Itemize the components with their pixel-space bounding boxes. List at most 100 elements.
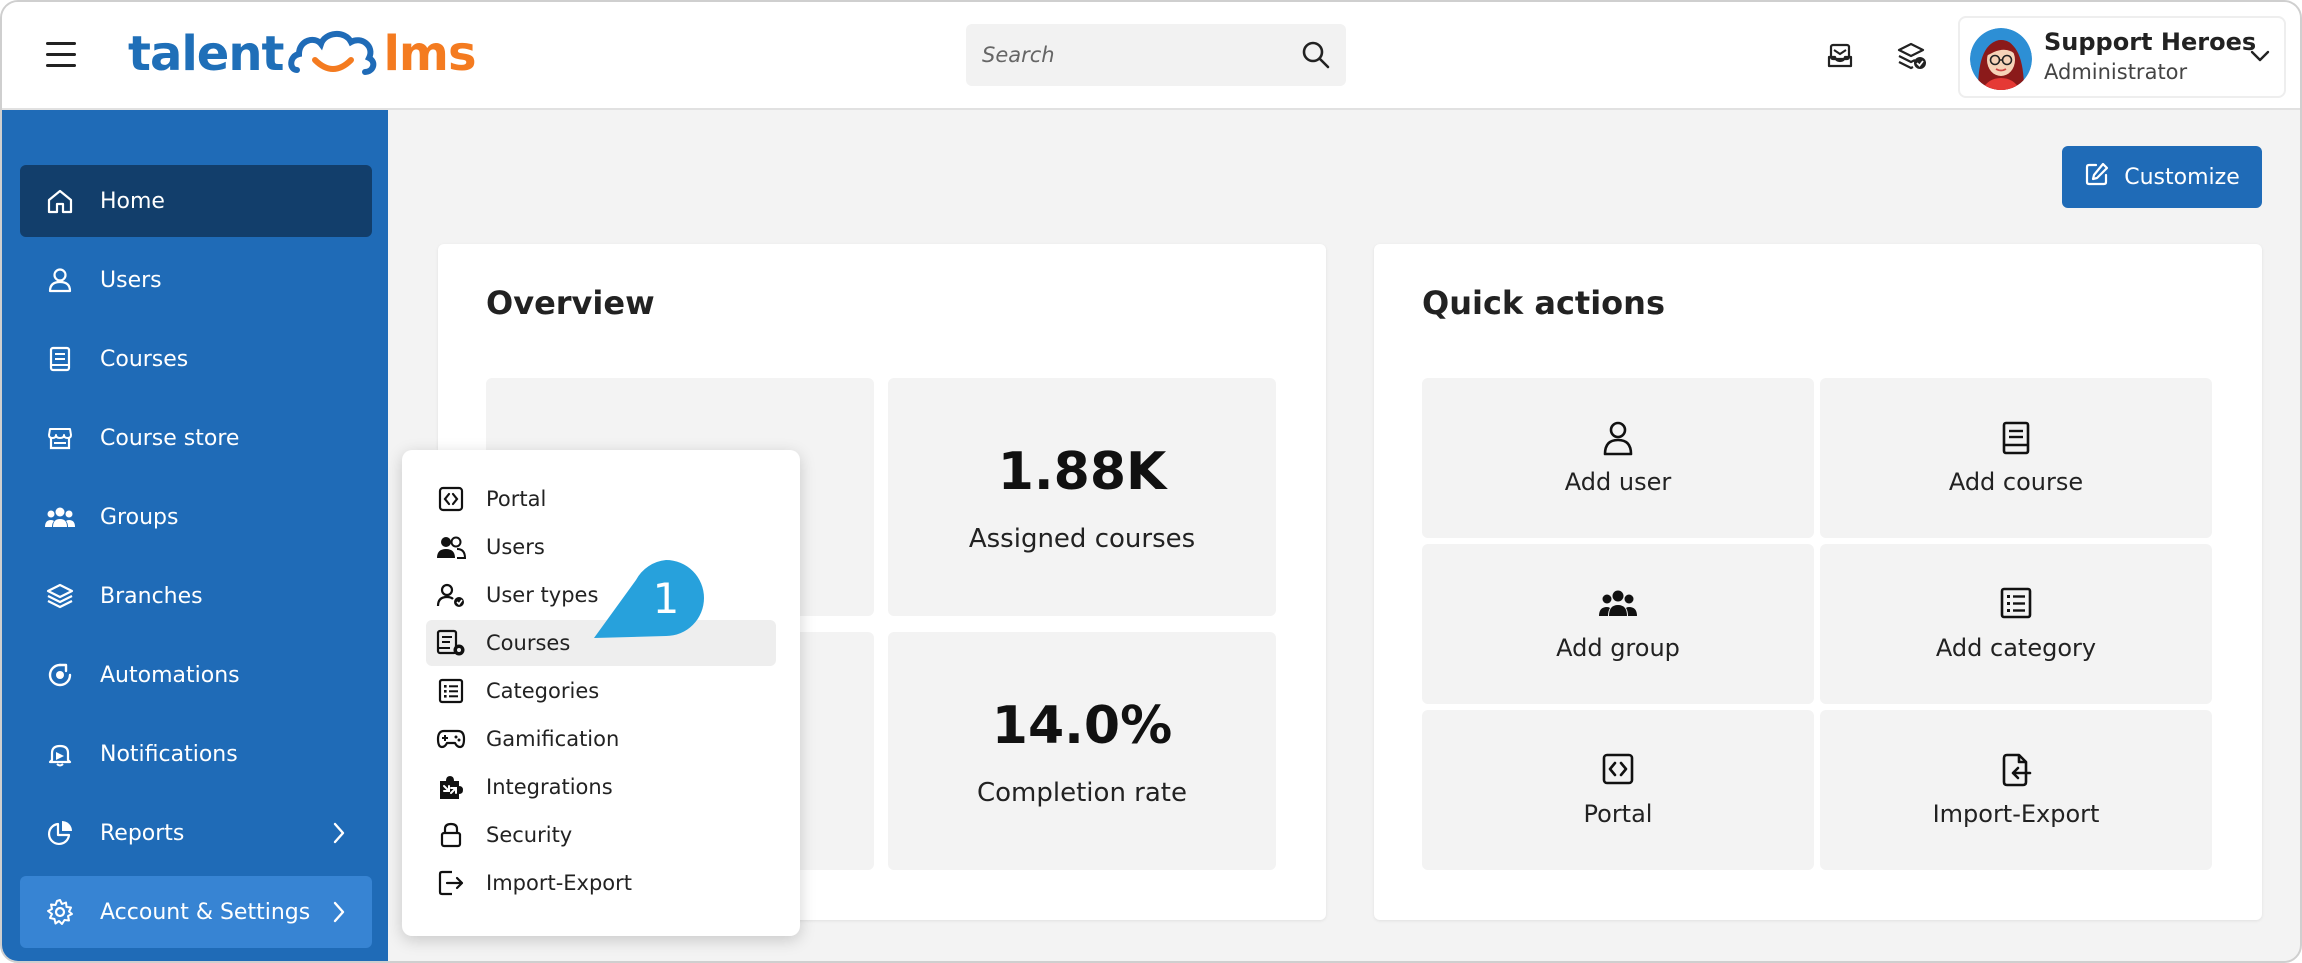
search-icon[interactable]	[1286, 25, 1346, 85]
courses-settings-icon	[436, 628, 466, 658]
talentlms-logo[interactable]: talent lms	[128, 22, 477, 86]
sidebar-item-home[interactable]: Home	[20, 165, 372, 237]
home-icon	[44, 185, 76, 217]
quick-action-label: Portal	[1583, 800, 1653, 828]
stat-value: 1.88K	[997, 442, 1167, 502]
stat-label: Completion rate	[977, 778, 1187, 808]
automation-icon	[44, 659, 76, 691]
sidebar-item-reports[interactable]: Reports	[20, 797, 372, 869]
user-icon	[44, 264, 76, 296]
menu-item-label: Security	[486, 823, 573, 847]
gamepad-icon	[436, 724, 466, 754]
quick-action-label: Add course	[1948, 468, 2084, 496]
quick-action-import-export[interactable]: Import-Export	[1820, 710, 2212, 870]
logo-text-talent: talent	[128, 26, 284, 82]
puzzle-icon	[436, 772, 466, 802]
menu-icon[interactable]	[46, 42, 76, 68]
users-icon	[436, 532, 466, 562]
menu-item-portal[interactable]: Portal	[426, 476, 776, 522]
customize-button[interactable]: Customize	[2062, 146, 2262, 208]
quick-actions-title: Quick actions	[1422, 284, 1665, 322]
user-types-icon	[436, 580, 466, 610]
stat-value: 14.0%	[991, 696, 1173, 756]
sidebar-item-branches[interactable]: Branches	[20, 560, 372, 632]
bell-icon	[44, 738, 76, 770]
user-role: Administrator	[2044, 60, 2188, 84]
sidebar-item-groups[interactable]: Groups	[20, 481, 372, 553]
menu-item-label: Portal	[486, 487, 547, 511]
sidebar-item-label: Course store	[100, 425, 240, 451]
quick-action-add-group[interactable]: Add group	[1422, 544, 1814, 704]
menu-item-gamification[interactable]: Gamification	[426, 716, 776, 762]
sidebar: Home Users Courses Course store Groups B…	[2, 110, 388, 961]
user-menu[interactable]: Support Heroes Administrator	[1958, 16, 2286, 98]
sidebar-item-label: Users	[100, 267, 162, 293]
quick-action-label: Add user	[1564, 468, 1672, 496]
menu-item-security[interactable]: Security	[426, 812, 776, 858]
search-box	[966, 24, 1346, 86]
list-icon	[436, 676, 466, 706]
groups-icon	[44, 501, 76, 533]
sidebar-item-label: Notifications	[100, 741, 238, 767]
app-window: talent lms Search Support Heroes Adminis…	[0, 0, 2302, 963]
quick-action-label: Import-Export	[1932, 800, 2100, 828]
quick-action-add-course[interactable]: Add course	[1820, 378, 2212, 538]
code-icon	[436, 484, 466, 514]
menu-item-categories[interactable]: Categories	[426, 668, 776, 714]
menu-item-label: Categories	[486, 679, 600, 703]
branches-switch-icon[interactable]	[1892, 36, 1932, 76]
search-input[interactable]	[966, 24, 1286, 86]
menu-item-label: Import-Export	[486, 871, 633, 895]
cloud-logo-icon	[288, 31, 377, 75]
menu-item-label: Integrations	[486, 775, 613, 799]
sidebar-item-account-settings[interactable]: Account & Settings	[20, 876, 372, 948]
edit-icon	[2084, 161, 2110, 193]
import-export-icon	[436, 868, 466, 898]
menu-item-label: Gamification	[486, 727, 620, 751]
quick-actions-card: Quick actions Add user Add course Add gr…	[1374, 244, 2262, 920]
sidebar-item-label: Automations	[100, 662, 240, 688]
sidebar-item-notifications[interactable]: Notifications	[20, 718, 372, 790]
stat-assigned-courses: 1.88K Assigned courses	[888, 378, 1276, 616]
menu-item-label: User types	[486, 583, 599, 607]
chevron-right-icon	[332, 821, 346, 851]
user-icon	[1422, 420, 1814, 456]
layers-icon	[44, 580, 76, 612]
account-settings-menu: Portal Users User types Courses Categori…	[402, 450, 800, 936]
quick-action-label: Add group	[1556, 634, 1680, 662]
sidebar-item-users[interactable]: Users	[20, 244, 372, 316]
step-callout: 1	[592, 558, 708, 646]
book-icon	[1820, 420, 2212, 456]
top-bar: talent lms Search Support Heroes Adminis…	[2, 2, 2300, 110]
stat-completion-rate: 14.0% Completion rate	[888, 632, 1276, 870]
menu-item-label: Users	[486, 535, 545, 559]
avatar	[1970, 28, 2032, 90]
quick-action-add-user[interactable]: Add user	[1422, 378, 1814, 538]
sidebar-item-label: Groups	[100, 504, 179, 530]
sidebar-item-label: Reports	[100, 820, 185, 846]
menu-item-integrations[interactable]: Integrations	[426, 764, 776, 810]
menu-item-label: Courses	[486, 631, 571, 655]
quick-action-portal[interactable]: Portal	[1422, 710, 1814, 870]
inbox-icon[interactable]	[1820, 36, 1860, 76]
sidebar-item-courses[interactable]: Courses	[20, 323, 372, 395]
customize-label: Customize	[2124, 164, 2240, 190]
chevron-right-icon	[332, 900, 346, 930]
chevron-down-icon	[2250, 48, 2270, 67]
sidebar-item-label: Branches	[100, 583, 203, 609]
overview-title: Overview	[486, 284, 655, 322]
code-icon	[1422, 752, 1814, 786]
user-name: Support Heroes	[2044, 28, 2257, 56]
sidebar-item-course-store[interactable]: Course store	[20, 402, 372, 474]
quick-action-label: Add category	[1935, 634, 2097, 662]
quick-action-add-category[interactable]: Add category	[1820, 544, 2212, 704]
stat-label: Assigned courses	[968, 524, 1196, 554]
groups-icon	[1422, 586, 1814, 620]
import-export-icon	[1820, 752, 2212, 788]
pie-chart-icon	[44, 817, 76, 849]
step-number: 1	[653, 574, 680, 623]
store-icon	[44, 422, 76, 454]
sidebar-item-label: Account & Settings	[100, 899, 311, 925]
menu-item-import-export[interactable]: Import-Export	[426, 860, 776, 906]
sidebar-item-automations[interactable]: Automations	[20, 639, 372, 711]
